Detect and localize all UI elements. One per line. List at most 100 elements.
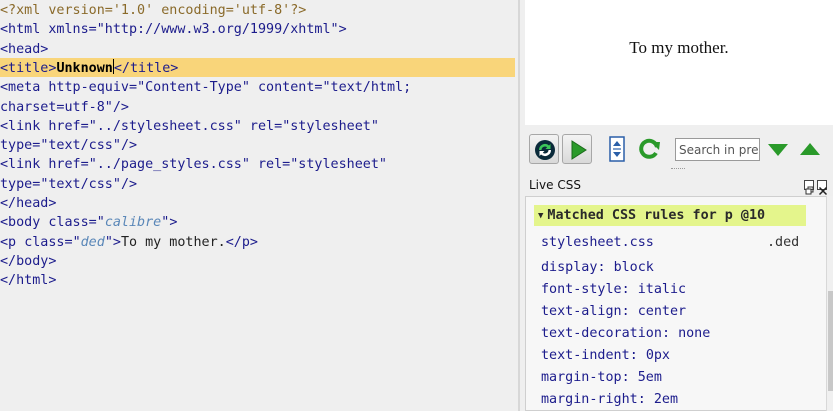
code-token: </body>	[0, 253, 57, 269]
preview-pane[interactable]: To my mother.	[525, 0, 833, 125]
code-token: type=	[0, 138, 41, 154]
css-property-separator: :	[621, 282, 638, 297]
code-token: <p	[0, 234, 25, 250]
code-token: >	[169, 215, 178, 231]
css-property-separator: :	[637, 392, 654, 407]
code-token: <meta	[0, 80, 49, 96]
code-token: "text/css"	[40, 138, 121, 154]
code-token: <body	[0, 215, 49, 231]
css-property-value: italic	[637, 282, 687, 297]
code-token: <html	[0, 22, 49, 38]
code-token: "http://www.w3.org/1999/xhtml"	[96, 22, 339, 38]
code-token: />	[120, 176, 138, 192]
code-line: <link href="../page_styles.css" rel="sty…	[0, 155, 387, 174]
find-next-button[interactable]	[763, 134, 793, 164]
css-property: font-style: italic	[541, 279, 686, 301]
code-token: ded	[80, 234, 105, 250]
css-property-value: 5em	[637, 370, 662, 385]
code-token: <head>	[0, 41, 49, 57]
code-token: rel=	[249, 157, 291, 173]
sync-icon	[535, 140, 555, 160]
close-panel-button[interactable]	[817, 180, 828, 196]
code-line: </head>	[0, 194, 56, 213]
code-token: calibre	[104, 215, 162, 231]
css-property-value: block	[613, 260, 654, 275]
code-token: <?xml version='1.0' encoding='utf-8'?>	[0, 3, 307, 18]
code-token: charset=utf-8"	[0, 99, 113, 115]
code-token: </p>	[225, 234, 258, 250]
live-css-panel[interactable]: ▼ Matched CSS rules for p @10 stylesheet.…	[525, 196, 833, 411]
code-token: "stylesheet"	[290, 157, 387, 173]
css-property-name: margin-top	[541, 370, 622, 385]
css-property: text-align: center	[541, 301, 686, 323]
float-panel-button[interactable]	[804, 180, 814, 195]
code-line: <meta http-equiv="Content-Type" content=…	[0, 78, 411, 97]
code-token: "text/css"	[40, 176, 121, 192]
code-line: </body>	[0, 252, 56, 271]
code-token: </html>	[0, 273, 57, 289]
code-line: <p class="ded">To my mother.</p>	[0, 233, 258, 252]
close-icon	[818, 186, 828, 196]
matched-rules-header[interactable]: ▼ Matched CSS rules for p @10	[534, 205, 806, 226]
css-property-separator: :	[629, 348, 646, 363]
code-token: "../page_styles.css"	[88, 157, 250, 173]
code-token: <title>	[0, 60, 57, 76]
css-property: display: block	[541, 257, 654, 279]
collapse-arrow-icon[interactable]: ▼	[538, 211, 543, 221]
code-token: </title>	[113, 60, 179, 76]
code-line: <body class="calibre">	[0, 213, 177, 232]
code-line: <title>Unknown</title>	[0, 58, 179, 78]
css-property-separator: :	[621, 370, 638, 385]
code-token: "	[72, 234, 81, 250]
css-property-separator: :	[597, 260, 614, 275]
live-css-titlebar: Live CSS	[525, 176, 833, 196]
css-property-name: text-indent	[541, 348, 630, 363]
code-token: "stylesheet"	[282, 118, 379, 134]
code-token: "Content-Type"	[137, 80, 250, 96]
css-property-name: margin-right	[541, 392, 638, 407]
code-token: />	[120, 138, 138, 154]
code-token: Unknown	[56, 60, 113, 76]
code-token: http-equiv=	[48, 80, 138, 96]
code-token: "text/html;	[322, 80, 412, 96]
code-token: href=	[48, 118, 89, 134]
play-button[interactable]	[562, 134, 592, 164]
code-editor[interactable]: <?xml version='1.0' encoding='utf-8'?> <h…	[0, 0, 519, 411]
stylesheet-link[interactable]: stylesheet.css	[541, 235, 654, 250]
arrow-down-icon	[768, 144, 788, 156]
pane-splitter[interactable]	[518, 0, 520, 411]
live-css-scrollbar[interactable]	[826, 196, 833, 411]
arrow-up-icon	[800, 143, 820, 155]
code-token: class=	[48, 215, 97, 231]
sync-position-button[interactable]	[603, 134, 633, 164]
code-line: <head>	[0, 40, 48, 59]
css-property: text-indent: 0px	[541, 345, 670, 367]
document-arrows-icon	[609, 136, 625, 162]
code-token: <link	[0, 157, 49, 173]
find-previous-button[interactable]	[795, 134, 825, 164]
auto-reload-button[interactable]	[529, 134, 559, 164]
code-line: <html xmlns="http://www.w3.org/1999/xhtm…	[0, 20, 347, 39]
code-token: />	[112, 99, 129, 115]
code-line: <link href="../stylesheet.css" rel="styl…	[0, 117, 379, 136]
css-property: text-decoration: none	[541, 323, 710, 345]
refresh-button[interactable]	[635, 134, 665, 164]
play-icon	[571, 140, 587, 160]
toolbar-grip[interactable]	[671, 168, 685, 170]
code-line: <?xml version='1.0' encoding='utf-8'?>	[0, 1, 306, 20]
code-token: <link	[0, 118, 49, 134]
live-css-title: Live CSS	[529, 178, 581, 192]
css-property-value: center	[637, 304, 687, 319]
code-line: type="text/css"/>	[0, 136, 137, 155]
code-token: class=	[24, 234, 73, 250]
code-token: >	[338, 22, 347, 38]
scrollbar-thumb[interactable]	[828, 291, 833, 391]
css-property-separator: :	[621, 304, 638, 319]
rule-selector: .ded	[767, 235, 800, 250]
code-token: To my mother.	[120, 234, 226, 250]
preview-search-input[interactable]	[675, 138, 760, 161]
code-token: >	[112, 234, 121, 250]
css-property-name: font-style	[541, 282, 622, 297]
code-token: "	[96, 215, 105, 231]
code-token: content=	[249, 80, 323, 96]
